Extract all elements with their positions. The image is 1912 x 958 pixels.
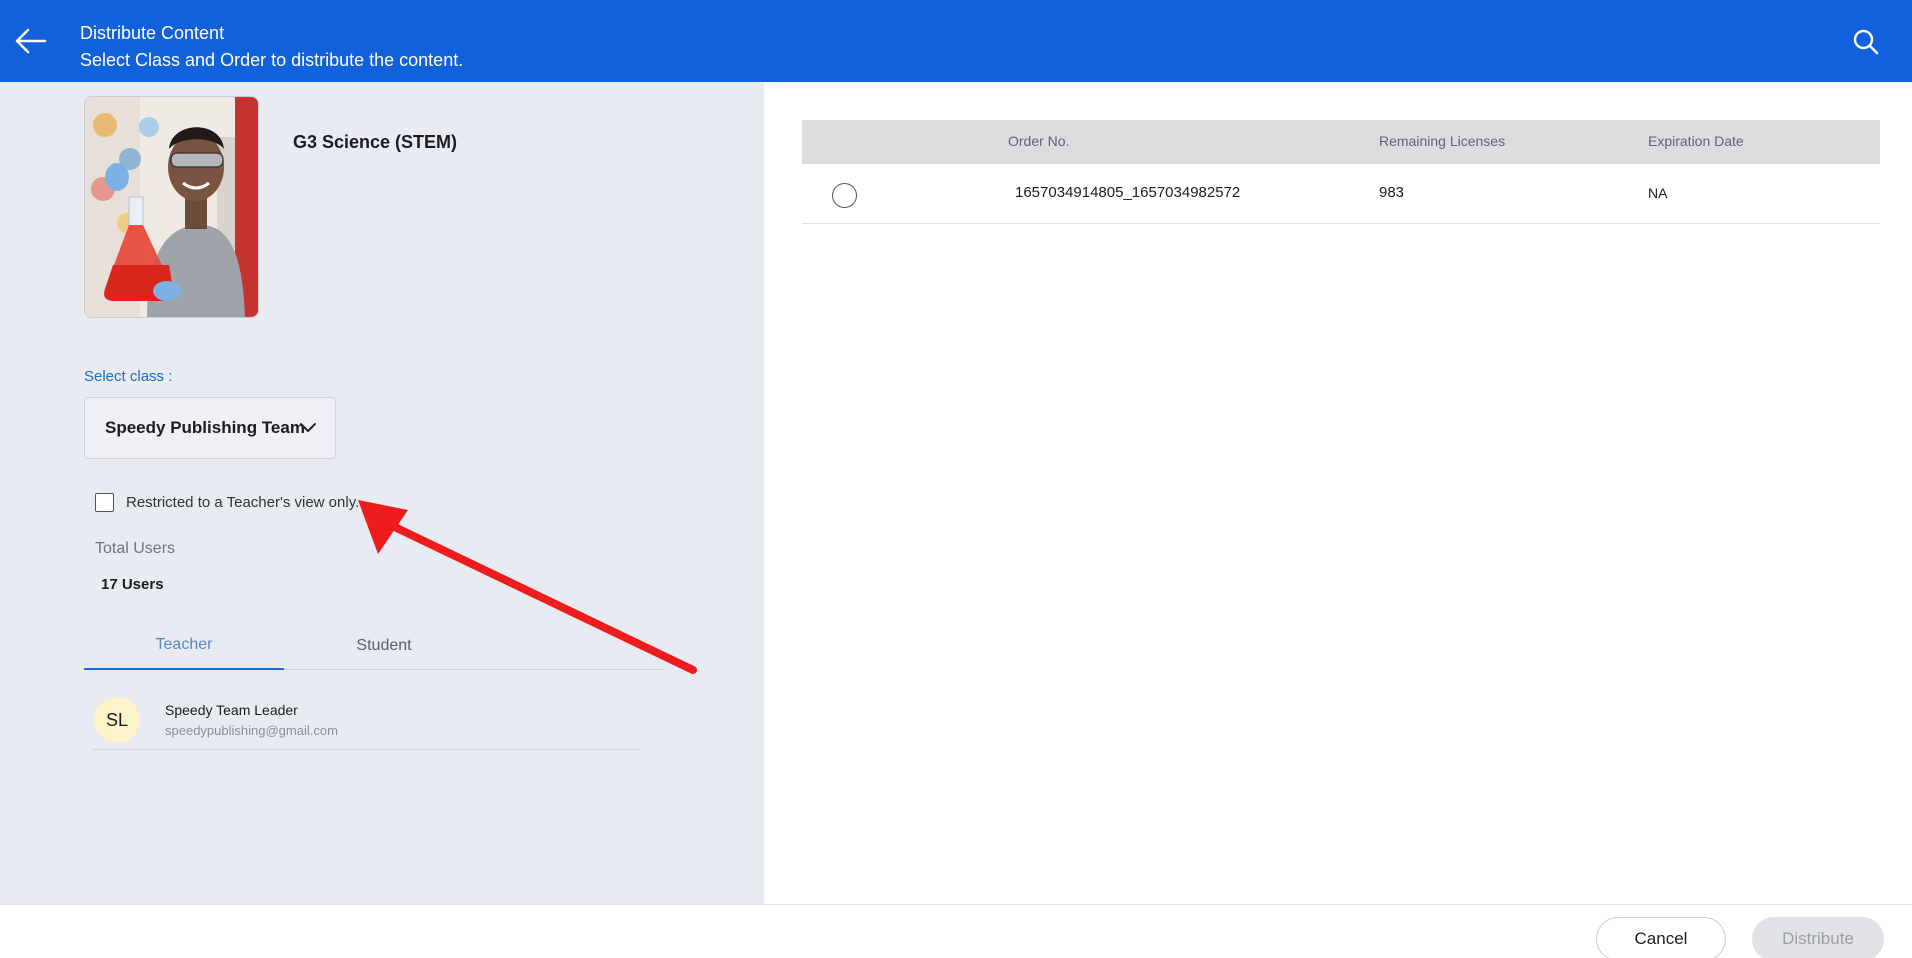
back-button[interactable] [10,20,52,62]
page-subtitle: Select Class and Order to distribute the… [80,50,464,70]
search-button[interactable] [1850,26,1882,58]
column-expiration-date: Expiration Date [1648,133,1744,149]
distribute-button[interactable]: Distribute [1752,917,1884,958]
tab-teacher[interactable]: Teacher [84,622,284,670]
class-panel: G3 Science (STEM) Select class : Speedy … [0,82,764,904]
order-panel: Order No. Remaining Licenses Expiration … [764,82,1912,904]
page-title: Distribute Content [80,23,225,43]
product-image [85,97,258,317]
total-users-label: Total Users [95,540,176,557]
user-email: speedypublishing@gmail.com [165,723,338,738]
restrict-option: Restricted to a Teacher's view only. [95,493,359,512]
restrict-checkbox[interactable] [95,493,114,512]
orders-table-header: Order No. Remaining Licenses Expiration … [802,120,1880,164]
class-dropdown[interactable]: Speedy Publishing Team [84,397,336,459]
chevron-down-icon [300,423,316,432]
product-thumbnail [84,96,259,318]
search-icon [1853,29,1879,55]
top-bar: Distribute Content Select Class and Orde… [0,0,1912,82]
restrict-label: Restricted to a Teacher's view only. [126,494,360,511]
order-radio[interactable] [832,183,857,208]
user-list-item: SL Speedy Team Leader speedypublishing@g… [92,690,642,750]
select-class-label: Select class : [84,368,173,385]
user-name: Speedy Team Leader [165,702,298,718]
total-users-value: 17 Users [101,576,164,593]
cancel-button[interactable]: Cancel [1596,917,1726,958]
expiration-date: NA [1648,185,1668,201]
arrow-left-icon [15,28,47,54]
header-text: Distribute Content Select Class and Orde… [80,21,463,72]
order-number: 1657034914805_1657034982572 [1015,184,1241,201]
table-row[interactable]: 1657034914805_1657034982572 983 NA [802,164,1880,224]
column-order-no: Order No. [1008,133,1070,149]
avatar: SL [94,697,140,743]
annotation-arrow-icon [358,500,697,674]
product-title: G3 Science (STEM) [293,132,458,152]
class-dropdown-value: Speedy Publishing Team [105,418,305,437]
remaining-licenses: 983 [1379,184,1405,201]
footer-bar: Cancel Distribute [0,904,1912,958]
column-remaining-licenses: Remaining Licenses [1379,133,1506,149]
